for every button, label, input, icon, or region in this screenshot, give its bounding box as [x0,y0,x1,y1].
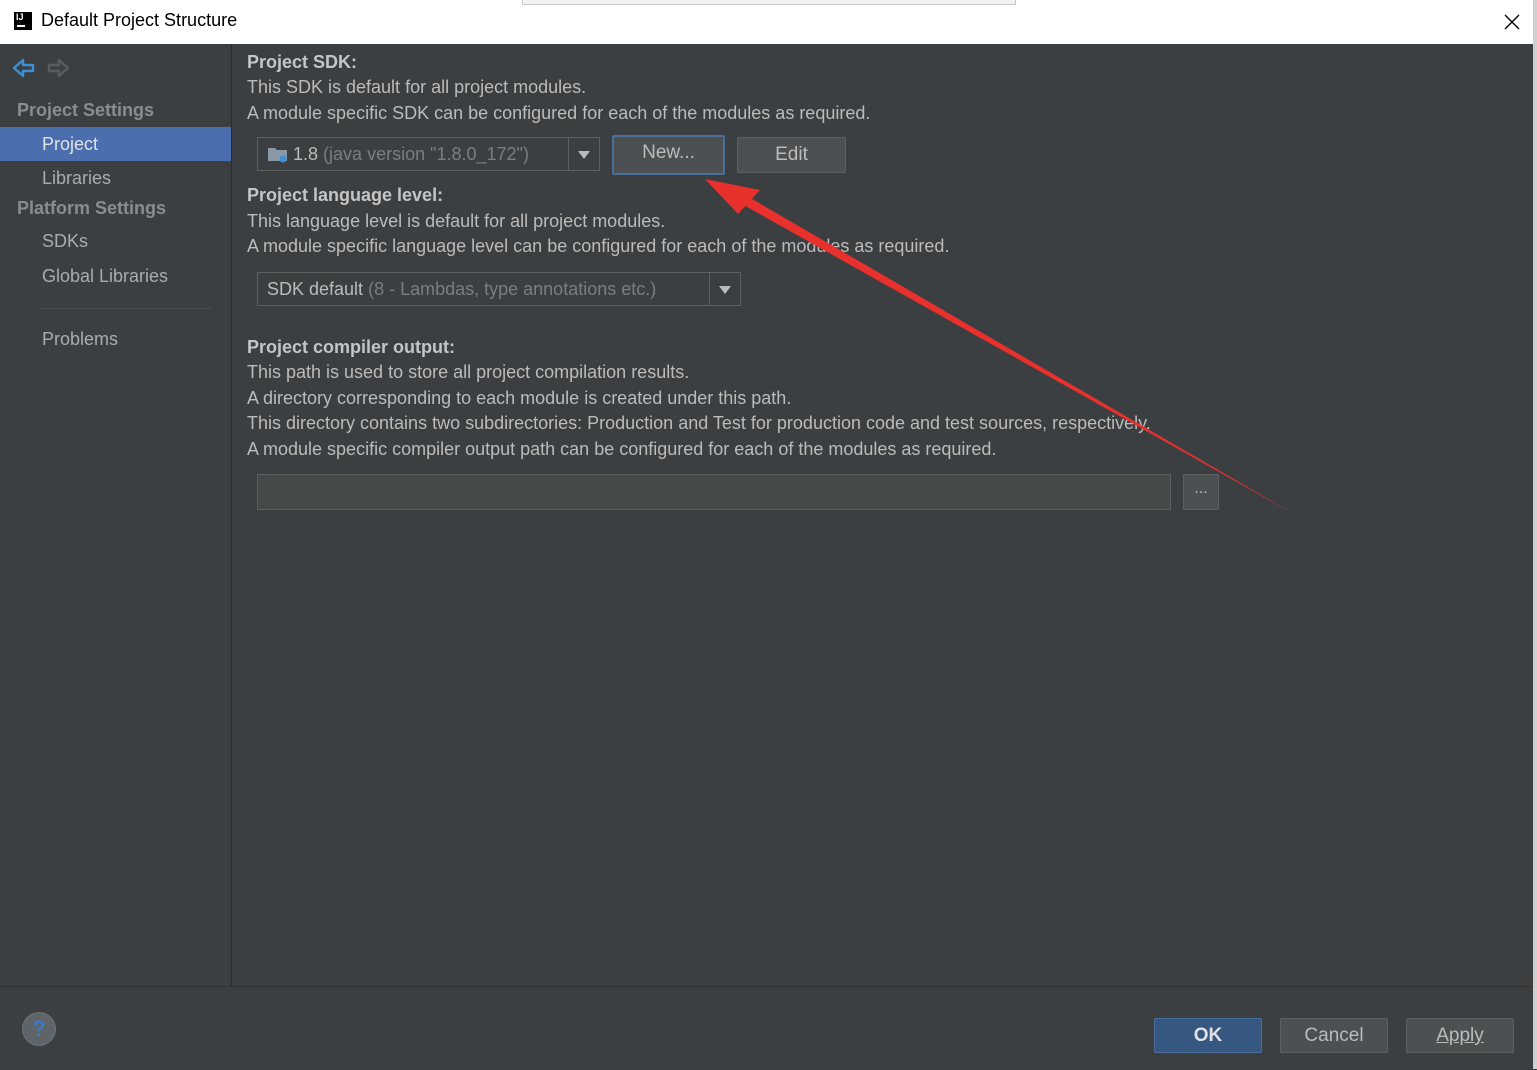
sdk-desc-1: This SDK is default for all project modu… [247,77,587,97]
language-level-select[interactable]: SDK default (8 - Lambdas, type annotatio… [257,272,741,306]
forward-arrow-icon[interactable] [46,58,70,83]
new-sdk-label: New... [642,142,695,163]
language-desc-1: This language level is default for all p… [247,211,666,231]
project-settings-panel: Project SDK: This SDK is default for all… [232,44,1537,986]
language-desc-2: A module specific language level can be … [247,236,950,256]
compiler-desc-1: This path is used to store all project c… [247,362,690,382]
language-level-value: SDK default (8 - Lambdas, type annotatio… [267,273,656,305]
compiler-output-path-input[interactable] [257,474,1171,510]
language-level-detail: (8 - Lambdas, type annotations etc.) [368,279,657,299]
window-edge [1533,0,1537,1069]
sdk-select[interactable]: 1.8 (java version "1.8.0_172") [257,137,600,171]
section-project-settings: Project Settings [17,100,155,120]
nav-arrows [12,58,76,83]
new-sdk-button[interactable]: New... [612,135,725,175]
back-arrow-icon[interactable] [12,58,36,83]
dialog-footer: ? OK Cancel Apply [0,986,1537,1070]
edit-sdk-label: Edit [775,144,808,165]
sdk-version: 1.8 [293,144,319,164]
sidebar-divider [42,308,212,309]
language-heading: Project language level: [247,185,444,205]
sidebar-item-sdks[interactable]: SDKs [0,224,231,258]
sidebar-item-libraries[interactable]: Libraries [0,161,231,195]
compiler-desc-2: A directory corresponding to each module… [247,388,792,408]
chevron-down-icon [709,273,740,305]
help-button[interactable]: ? [23,1013,55,1045]
title-bar: IJ Default Project Structure [0,0,1537,44]
sdk-desc-2: A module specific SDK can be configured … [247,103,871,123]
sdk-folder-icon [268,148,287,163]
apply-button[interactable]: Apply [1406,1018,1514,1053]
window-title: Default Project Structure [41,10,238,30]
sdk-heading: Project SDK: [247,52,358,72]
cancel-button[interactable]: Cancel [1280,1018,1388,1053]
language-level-label: SDK default [267,279,364,299]
ok-button[interactable]: OK [1154,1018,1262,1053]
background-window-edge [522,0,1016,5]
sdk-select-value: 1.8 (java version "1.8.0_172") [267,138,529,170]
sidebar: Project Settings Project Libraries Platf… [0,44,232,986]
close-icon [1504,14,1520,30]
browse-button[interactable]: ... [1183,474,1219,510]
compiler-heading: Project compiler output: [247,337,456,357]
intellij-app-icon: IJ [14,12,32,30]
sidebar-item-project[interactable]: Project [0,127,231,161]
chevron-down-icon [568,138,599,170]
sidebar-item-global-libraries[interactable]: Global Libraries [0,259,231,293]
sdk-version-detail: (java version "1.8.0_172") [323,144,529,164]
section-platform-settings: Platform Settings [17,198,167,218]
edit-sdk-button[interactable]: Edit [737,137,846,173]
apply-label: Apply [1436,1025,1484,1046]
compiler-desc-4: A module specific compiler output path c… [247,439,997,459]
compiler-desc-3: This directory contains two subdirectori… [247,413,1151,433]
sidebar-item-problems[interactable]: Problems [0,322,231,356]
close-button[interactable] [1496,6,1528,38]
